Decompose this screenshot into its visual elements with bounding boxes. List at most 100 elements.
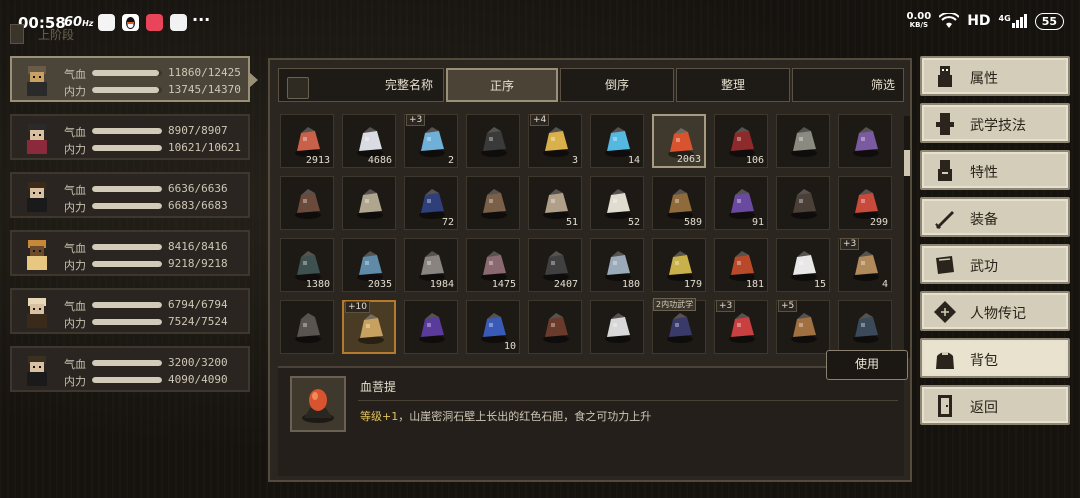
inventory-slot[interactable] xyxy=(528,300,582,354)
hp-value: 8416/8416 xyxy=(168,240,228,253)
mp-bar xyxy=(92,319,162,325)
item-count: 1984 xyxy=(429,279,454,290)
full-name-checkbox[interactable] xyxy=(287,77,309,99)
inventory-slot[interactable]: +3 xyxy=(714,300,768,354)
old-map-icon xyxy=(295,189,321,219)
inventory-slot[interactable]: 52 xyxy=(590,176,644,230)
inventory-slot[interactable]: 180 xyxy=(590,238,644,292)
red-ore-icon xyxy=(295,127,321,157)
pink-rock-icon xyxy=(481,251,507,281)
hp-row: 气血 11860/12425 xyxy=(64,66,254,81)
item-count: 51 xyxy=(565,217,578,228)
inventory-slot[interactable] xyxy=(280,300,334,354)
inventory-slot[interactable] xyxy=(590,300,644,354)
inventory-slot[interactable] xyxy=(404,300,458,354)
inventory-slot[interactable]: +10 xyxy=(342,300,396,354)
menu-button[interactable]: 特性 xyxy=(920,150,1070,190)
bag-icon xyxy=(936,352,954,369)
party-member-card[interactable]: 气血 11860/12425 内力 13745/14370 xyxy=(10,56,258,102)
menu-button[interactable]: 属性 xyxy=(920,56,1070,96)
inventory-slot[interactable]: 2913 xyxy=(280,114,334,168)
item-count: 14 xyxy=(627,155,640,166)
party-member-card[interactable]: 气血 8907/8907 内力 10621/10621 xyxy=(10,114,250,160)
mp-value: 7524/7524 xyxy=(168,315,228,328)
inventory-slot[interactable]: 1380 xyxy=(280,238,334,292)
detail-item-icon xyxy=(290,376,346,432)
menu-button[interactable]: 武学技法 xyxy=(920,103,1070,143)
inventory-slot[interactable] xyxy=(776,114,830,168)
inventory-slot[interactable]: 14 xyxy=(590,114,644,168)
inventory-slot[interactable] xyxy=(838,114,892,168)
inventory-slot[interactable]: 181 xyxy=(714,238,768,292)
inventory-slot[interactable]: +3 2 xyxy=(404,114,458,168)
stone-shrine-icon xyxy=(791,127,817,157)
menu-button[interactable]: 人物传记 xyxy=(920,291,1070,331)
menu-button[interactable]: 返回 xyxy=(920,385,1070,425)
hp-bar xyxy=(92,302,162,308)
mp-row: 内力 6683/6683 xyxy=(64,199,254,214)
inventory-slot[interactable] xyxy=(838,300,892,354)
inventory-slot[interactable] xyxy=(280,176,334,230)
inventory-slot[interactable]: 4686 xyxy=(342,114,396,168)
inventory-slot[interactable]: 2407 xyxy=(528,238,582,292)
inventory-slot[interactable] xyxy=(776,176,830,230)
party-member-card[interactable]: 气血 6636/6636 内力 6683/6683 xyxy=(10,172,250,218)
full-name-toggle[interactable]: 完整名称 xyxy=(278,68,444,102)
hp-value: 3200/3200 xyxy=(168,356,228,369)
enhance-level: +10 xyxy=(345,301,370,313)
mp-value: 9218/9218 xyxy=(168,257,228,270)
wifi-icon xyxy=(939,13,960,28)
use-item-button[interactable]: 使用 xyxy=(826,350,908,380)
item-count: 106 xyxy=(745,155,764,166)
item-count: 589 xyxy=(683,217,702,228)
party-member-card[interactable]: 气血 6794/6794 内力 7524/7524 xyxy=(10,288,250,334)
qq-icon xyxy=(122,14,139,31)
character-portrait xyxy=(27,240,47,270)
inventory-slot[interactable]: 179 xyxy=(652,238,706,292)
sort-descending-button[interactable]: 倒序 xyxy=(560,68,674,102)
inventory-slot[interactable]: 51 xyxy=(528,176,582,230)
menu-button[interactable]: 背包 xyxy=(920,338,1070,378)
inventory-slot[interactable]: +4 3 xyxy=(528,114,582,168)
item-count: 2 xyxy=(447,155,454,166)
inventory-slot[interactable]: 1984 xyxy=(404,238,458,292)
menu-button[interactable]: 武功 xyxy=(920,244,1070,284)
inventory-slot[interactable]: 589 xyxy=(652,176,706,230)
character-portrait xyxy=(27,356,47,386)
inventory-slot[interactable]: 2内功武学 xyxy=(652,298,706,354)
party-member-card[interactable]: 气血 8416/8416 内力 9218/9218 xyxy=(10,230,250,276)
inventory-slot[interactable]: 1475 xyxy=(466,238,520,292)
inventory-slot[interactable]: 106 xyxy=(714,114,768,168)
sort-ascending-button[interactable]: 正序 xyxy=(446,68,558,102)
mp-row: 内力 7524/7524 xyxy=(64,315,254,330)
item-count: 10 xyxy=(503,341,516,352)
menu-button[interactable]: 装备 xyxy=(920,197,1070,237)
inventory-slot[interactable]: 10 xyxy=(466,300,520,354)
inventory-slot[interactable] xyxy=(466,176,520,230)
mp-bar xyxy=(92,377,162,383)
menu-label: 属性 xyxy=(970,71,998,87)
ornate-armor-icon xyxy=(358,314,384,344)
inventory-slot[interactable]: 91 xyxy=(714,176,768,230)
inventory-slot[interactable] xyxy=(466,114,520,168)
inventory-slot[interactable]: 2035 xyxy=(342,238,396,292)
straw-sandal-icon xyxy=(853,251,879,281)
inventory-slot[interactable]: 299 xyxy=(838,176,892,230)
organize-button[interactable]: 整理 xyxy=(676,68,790,102)
item-detail-panel: 血菩提 等级+1，山崖密洞石壁上长出的红色石胆，食之可功力上升 xyxy=(278,366,904,476)
inventory-slot[interactable]: 15 xyxy=(776,238,830,292)
item-grid-scrollbar[interactable] xyxy=(904,116,910,358)
inventory-slot[interactable]: 72 xyxy=(404,176,458,230)
hp-label: 气血 xyxy=(64,68,86,81)
item-count: 1380 xyxy=(305,279,330,290)
inventory-slot[interactable]: +5 xyxy=(776,300,830,354)
inventory-slot[interactable]: 2063 xyxy=(652,114,706,168)
party-member-card[interactable]: 气血 3200/3200 内力 4090/4090 xyxy=(10,346,250,392)
detail-divider xyxy=(358,400,898,401)
inventory-slot[interactable]: +3 4 xyxy=(838,238,892,292)
inventory-slot[interactable] xyxy=(342,176,396,230)
bronze-coin-icon xyxy=(667,189,693,219)
scrollbar-thumb[interactable] xyxy=(904,150,910,176)
silver-cup-icon xyxy=(605,251,631,281)
filter-button[interactable]: 筛选 xyxy=(792,68,904,102)
